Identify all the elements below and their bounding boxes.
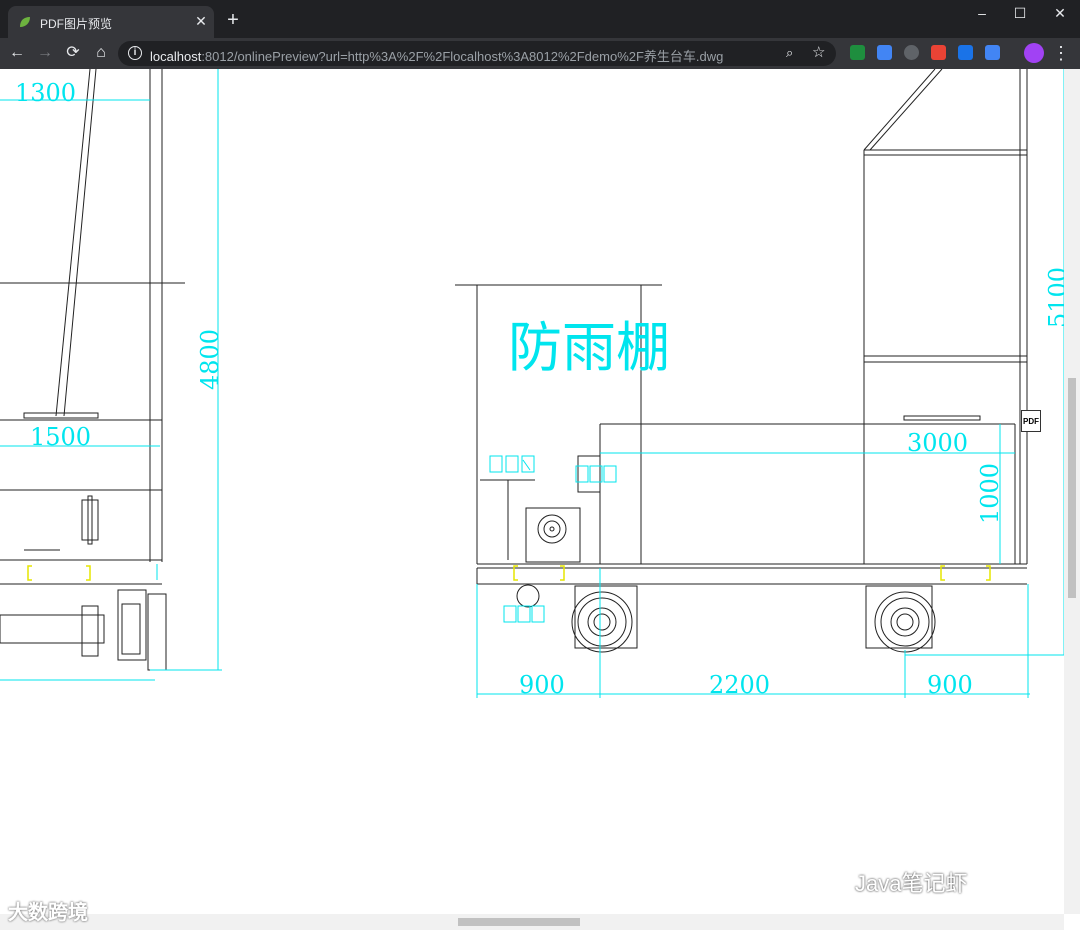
watermark-left: 大数跨境 xyxy=(8,902,88,924)
dim-4800: 4800 xyxy=(196,329,224,390)
zoom-icon[interactable]: ⌕ xyxy=(786,45,793,61)
extension-red-icon[interactable] xyxy=(931,45,946,60)
rain-shelter-label: 防雨棚 xyxy=(508,316,670,379)
back-icon[interactable]: ← xyxy=(6,42,28,64)
dim-1500: 1500 xyxy=(30,423,91,451)
dim-1300: 1300 xyxy=(15,79,76,107)
home-icon[interactable]: ⌂ xyxy=(90,42,112,64)
address-bar[interactable]: i localhost:8012/onlinePreview?url=http%… xyxy=(118,41,836,66)
dim-5100: 5100 xyxy=(1044,267,1064,328)
left-dimensions xyxy=(0,69,222,681)
dim-3000: 3000 xyxy=(907,429,968,457)
horizontal-scroll-thumb[interactable] xyxy=(458,918,580,926)
dim-2200: 2200 xyxy=(709,671,770,699)
watermark-right: Java笔记虾 xyxy=(855,871,968,896)
reload-icon[interactable]: ⟳ xyxy=(62,42,84,64)
url-text[interactable]: localhost:8012/onlinePreview?url=http%3A… xyxy=(150,46,723,65)
title-bar: PDF图片预览 ✕ + – ☐ ✕ xyxy=(0,0,1080,38)
pdf-viewport[interactable]: 1300 1500 4800 5100 3000 1000 900 2200 9… xyxy=(0,69,1080,930)
vertical-scrollbar[interactable] xyxy=(1064,69,1080,914)
cad-drawing: 1300 1500 4800 5100 3000 1000 900 2200 9… xyxy=(0,69,1064,699)
tab-title: PDF图片预览 xyxy=(40,17,113,31)
leaf-icon xyxy=(20,17,30,27)
url-path: :8012/onlinePreview?url=http%3A%2F%2Floc… xyxy=(201,49,724,64)
extension-check-icon[interactable] xyxy=(985,45,1000,60)
right-dimensions xyxy=(476,69,1064,698)
extension-translate-icon[interactable] xyxy=(850,45,865,60)
extension-circle-icon[interactable] xyxy=(904,45,919,60)
horizontal-scrollbar[interactable] xyxy=(0,914,1064,930)
site-info-icon[interactable]: i xyxy=(128,46,142,60)
tab-pdf-preview[interactable]: PDF图片预览 ✕ xyxy=(8,6,214,38)
minimize-button[interactable]: – xyxy=(962,4,1002,24)
extension-cloud-icon[interactable] xyxy=(958,45,973,60)
left-yellow-marks xyxy=(27,565,91,581)
bookmark-star-icon[interactable]: ☆ xyxy=(812,43,825,61)
url-host: localhost xyxy=(150,49,202,64)
menu-icon[interactable]: ⋮ xyxy=(1052,42,1070,64)
new-tab-button[interactable]: + xyxy=(222,9,244,31)
maximize-button[interactable]: ☐ xyxy=(1000,4,1040,24)
extension-google-translate-icon[interactable] xyxy=(877,45,892,60)
vertical-scroll-thumb[interactable] xyxy=(1068,378,1076,598)
dim-900-left: 900 xyxy=(519,671,565,699)
tab-close-icon[interactable]: ✕ xyxy=(192,12,210,30)
close-window-button[interactable]: ✕ xyxy=(1040,4,1080,24)
pdf-file-icon[interactable]: PDF xyxy=(1021,410,1041,432)
forward-icon[interactable]: → xyxy=(34,42,56,64)
browser-toolbar: ← → ⟳ ⌂ i localhost:8012/onlinePreview?u… xyxy=(0,38,1080,69)
dim-900-right: 900 xyxy=(927,671,973,699)
profile-avatar[interactable] xyxy=(1024,43,1044,63)
dim-1000: 1000 xyxy=(976,463,1004,524)
